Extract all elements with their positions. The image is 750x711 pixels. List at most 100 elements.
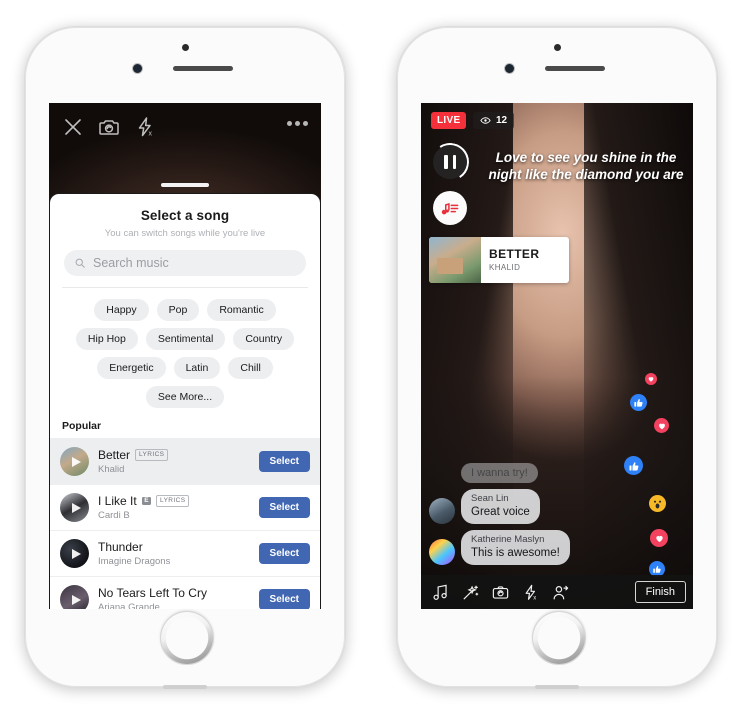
finish-button[interactable]: Finish: [634, 581, 686, 603]
select-button[interactable]: Select: [258, 451, 310, 472]
genre-chip-chill[interactable]: Chill: [228, 357, 273, 379]
reaction-like: [624, 456, 643, 475]
comment-text: This is awesome!: [471, 547, 560, 560]
sheet-subtitle: You can switch songs while you're live: [104, 228, 266, 239]
proximity-sensor: [553, 44, 561, 51]
comment-text: Great voice: [471, 506, 530, 519]
screen-left: x Select a song You can switch songs whi…: [49, 103, 321, 609]
lyrics-badge: LYRICS: [135, 449, 169, 461]
comment-author: Katherine Maslyn: [471, 534, 545, 546]
select-button[interactable]: Select: [258, 497, 310, 518]
album-art: [60, 539, 89, 568]
genre-chip-pop[interactable]: Pop: [156, 299, 200, 321]
reaction-like: [630, 394, 647, 411]
genre-chip-latin[interactable]: Latin: [173, 357, 221, 379]
svg-text:x: x: [533, 595, 536, 601]
bottom-antenna-line: [163, 685, 207, 689]
comment-list: I wanna try! Sean Lin Great voice Kather…: [429, 463, 579, 565]
status-badge-live: LIVE: [431, 112, 467, 129]
sheet-title: Select a song: [140, 208, 230, 223]
comment-item: Katherine Maslyn This is awesome!: [429, 530, 579, 565]
song-artist: Imagine Dragons: [98, 556, 171, 567]
music-note-icon[interactable]: [428, 581, 452, 603]
search-icon: [75, 258, 85, 268]
song-row-better[interactable]: Better LYRICS Khalid Select: [50, 438, 320, 484]
song-title: I Like It: [98, 494, 137, 508]
camera-flip-icon[interactable]: [488, 581, 512, 603]
genre-chip-energetic[interactable]: Energetic: [97, 357, 166, 379]
live-top-bar: x: [49, 103, 321, 151]
flash-off-icon[interactable]: x: [518, 581, 542, 603]
genre-chip-country[interactable]: Country: [233, 328, 295, 350]
play-icon: [71, 502, 81, 513]
more-options-icon[interactable]: [287, 121, 309, 127]
genre-chip-list: Happy Pop Romantic Hip Hop Sentimental C…: [50, 288, 320, 408]
pause-button[interactable]: [427, 139, 473, 185]
home-button[interactable]: [160, 611, 214, 665]
screen-right: LIVE 12 Love to see you shine in the nig…: [421, 103, 693, 609]
comment-author: Sean Lin: [471, 493, 509, 505]
avatar: [429, 539, 455, 565]
proximity-sensor: [181, 44, 189, 51]
lyrics-badge: LYRICS: [156, 495, 190, 507]
genre-chip-hip-hop[interactable]: Hip Hop: [75, 328, 138, 350]
album-art: [60, 585, 89, 609]
front-camera: [505, 64, 514, 73]
close-icon[interactable]: [61, 115, 85, 139]
sheet-drag-handle[interactable]: [161, 183, 209, 187]
song-meta: Better LYRICS Khalid: [98, 448, 250, 475]
flash-off-icon[interactable]: x: [133, 115, 157, 139]
genre-chip-sentimental[interactable]: Sentimental: [145, 328, 226, 350]
viewer-count-value: 12: [496, 115, 508, 126]
play-icon: [71, 548, 81, 559]
bottom-antenna-line: [535, 685, 579, 689]
reaction-love: [645, 373, 657, 385]
song-meta: Thunder Imagine Dragons: [98, 540, 250, 567]
song-artist: Cardi B: [98, 510, 130, 521]
search-input[interactable]: Search music: [64, 250, 306, 276]
add-person-icon[interactable]: [548, 581, 572, 603]
phone-left: x Select a song You can switch songs whi…: [24, 26, 346, 689]
now-playing-text: BETTER KHALID: [481, 247, 547, 273]
album-art: [60, 447, 89, 476]
avatar: [429, 498, 455, 525]
camera-flip-icon[interactable]: [97, 115, 121, 139]
live-bottom-bar: x Finish: [421, 575, 693, 609]
front-camera: [133, 64, 142, 73]
song-row-thunder[interactable]: Thunder Imagine Dragons Select: [50, 530, 320, 576]
song-artist: Ariana Grande: [98, 602, 160, 609]
music-lyrics-icon[interactable]: [433, 191, 467, 225]
eye-icon: [480, 117, 491, 124]
search-placeholder: Search music: [93, 256, 169, 270]
select-button[interactable]: Select: [258, 589, 310, 609]
home-button[interactable]: [532, 611, 586, 665]
select-button[interactable]: Select: [258, 543, 310, 564]
play-icon: [71, 594, 81, 605]
song-meta: No Tears Left To Cry Ariana Grande: [98, 586, 250, 609]
now-playing-artist: KHALID: [489, 263, 521, 273]
magic-wand-icon[interactable]: [458, 581, 482, 603]
song-row-no-tears-left-to-cry[interactable]: No Tears Left To Cry Ariana Grande Selec…: [50, 576, 320, 609]
now-playing-album-art: [429, 237, 481, 283]
reaction-love: [654, 418, 669, 433]
phone-right: LIVE 12 Love to see you shine in the nig…: [396, 26, 718, 689]
viewer-count: 12: [473, 112, 515, 129]
svg-text:x: x: [149, 131, 153, 138]
comment-item: Sean Lin Great voice: [429, 489, 579, 525]
comment-bubble: Katherine Maslyn This is awesome!: [461, 530, 570, 565]
play-icon: [71, 456, 81, 467]
comment-bubble: Sean Lin Great voice: [461, 489, 540, 525]
song-title: Better: [98, 448, 131, 462]
lyrics-overlay: Love to see you shine in the night like …: [488, 150, 684, 183]
explicit-badge: E: [141, 496, 152, 506]
genre-chip-happy[interactable]: Happy: [94, 299, 149, 321]
now-playing-card[interactable]: BETTER KHALID: [429, 237, 569, 283]
song-row-i-like-it[interactable]: I Like It E LYRICS Cardi B Select: [50, 484, 320, 530]
comment-item-faded: I wanna try!: [461, 463, 538, 484]
genre-chip-see-more[interactable]: See More...: [145, 386, 225, 408]
song-title: No Tears Left To Cry: [98, 586, 207, 600]
screenshot-stage: x Select a song You can switch songs whi…: [0, 0, 750, 711]
genre-chip-romantic[interactable]: Romantic: [207, 299, 276, 321]
reaction-love: [650, 529, 668, 547]
earpiece-speaker: [545, 66, 605, 71]
